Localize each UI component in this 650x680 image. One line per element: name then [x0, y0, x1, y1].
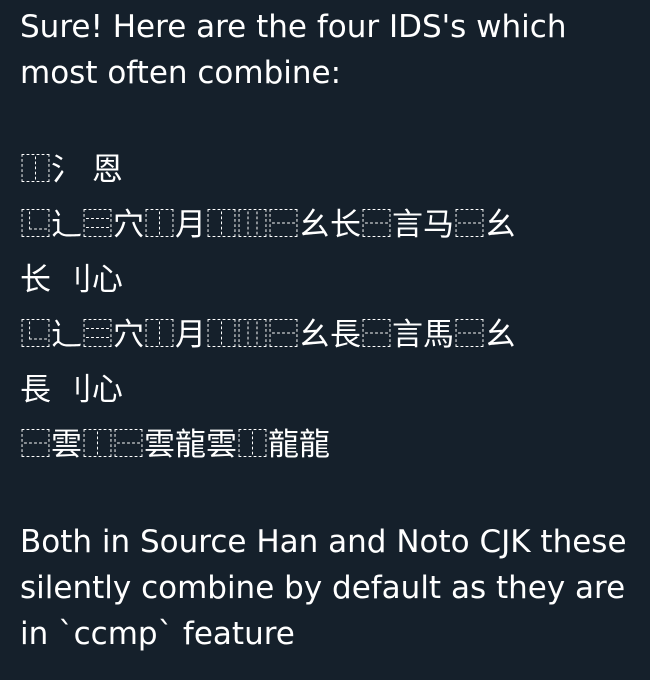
- ids-line: 长 刂心: [20, 262, 123, 298]
- ids-line: 長 刂心: [20, 372, 123, 408]
- outro-block: Both in Source Han and Noto CJK these si…: [20, 519, 632, 657]
- intro-text: Sure! Here are the four IDS's which most…: [20, 9, 577, 91]
- ids-sequence-block: ⿰氵 恩 ⿺辶⿳穴⿰月⿰⿲⿱幺长⿱言马⿱幺 长 刂心 ⿺辶⿳穴⿰月⿰⿲⿱幺長⿱言…: [20, 142, 632, 473]
- outro-text: Both in Source Han and Noto CJK these si…: [20, 524, 637, 652]
- ids-line: ⿺辶⿳穴⿰月⿰⿲⿱幺長⿱言馬⿱幺: [20, 317, 516, 353]
- ids-line: ⿺辶⿳穴⿰月⿰⿲⿱幺长⿱言马⿱幺: [20, 207, 516, 243]
- ids-line: ⿱雲⿰⿱雲龍雲⿰龍龍: [20, 427, 330, 463]
- post-body: Sure! Here are the four IDS's which most…: [0, 0, 650, 680]
- ids-line: ⿰氵 恩: [20, 152, 123, 188]
